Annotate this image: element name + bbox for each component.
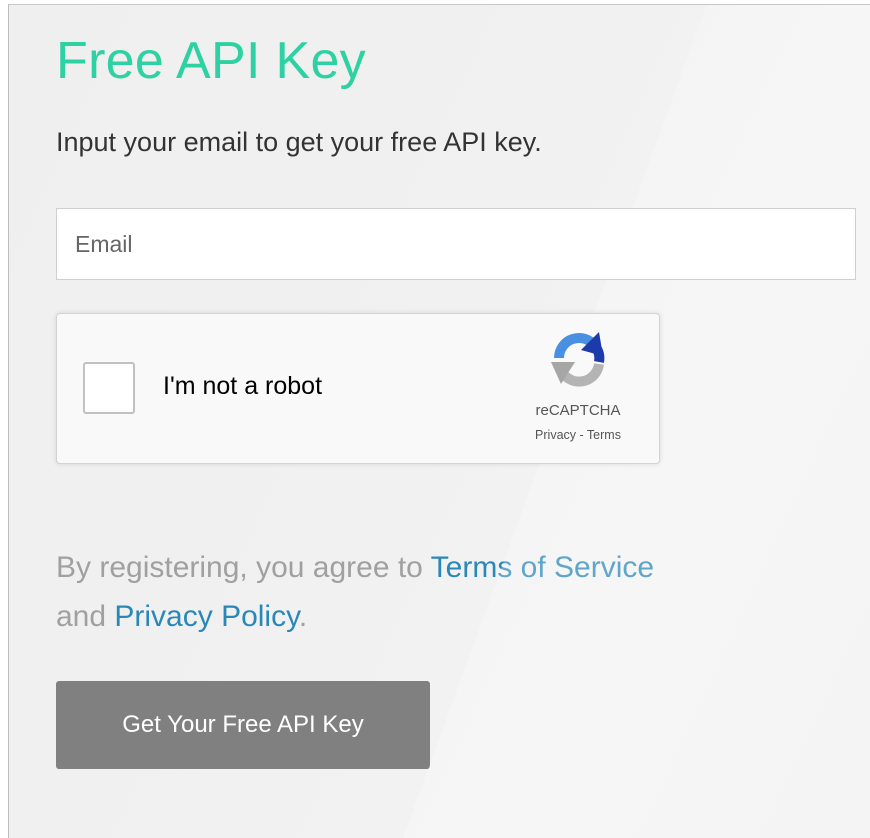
api-key-panel: Free API Key Input your email to get you…	[8, 4, 870, 838]
recaptcha-checkbox[interactable]	[83, 362, 135, 414]
privacy-policy-link[interactable]: Privacy Policy	[114, 600, 298, 633]
recaptcha-label: I'm not a robot	[163, 372, 323, 400]
agreement-suffix: .	[298, 600, 308, 633]
page-subtitle: Input your email to get your free API ke…	[56, 127, 542, 157]
agreement-prefix: By registering, you agree to	[56, 551, 431, 584]
recaptcha-widget: I'm not a robot reCAPTCHA Privacy - Term…	[56, 313, 660, 464]
terms-of-service-link[interactable]: Terms of Service	[431, 551, 654, 584]
recaptcha-privacy-link[interactable]: Privacy	[535, 428, 576, 442]
recaptcha-brand: reCAPTCHA	[535, 402, 621, 419]
agreement-middle: and	[56, 600, 115, 633]
get-api-key-button[interactable]: Get Your Free API Key	[56, 681, 430, 769]
recaptcha-logo-icon	[551, 332, 605, 387]
recaptcha-links: Privacy - Terms	[503, 428, 653, 442]
recaptcha-links-separator: -	[576, 428, 587, 442]
recaptcha-terms-link[interactable]: Terms	[587, 428, 621, 442]
email-input[interactable]	[56, 208, 856, 280]
agreement-text: By registering, you agree to Terms of Se…	[56, 543, 656, 641]
page-title: Free API Key	[56, 32, 366, 90]
